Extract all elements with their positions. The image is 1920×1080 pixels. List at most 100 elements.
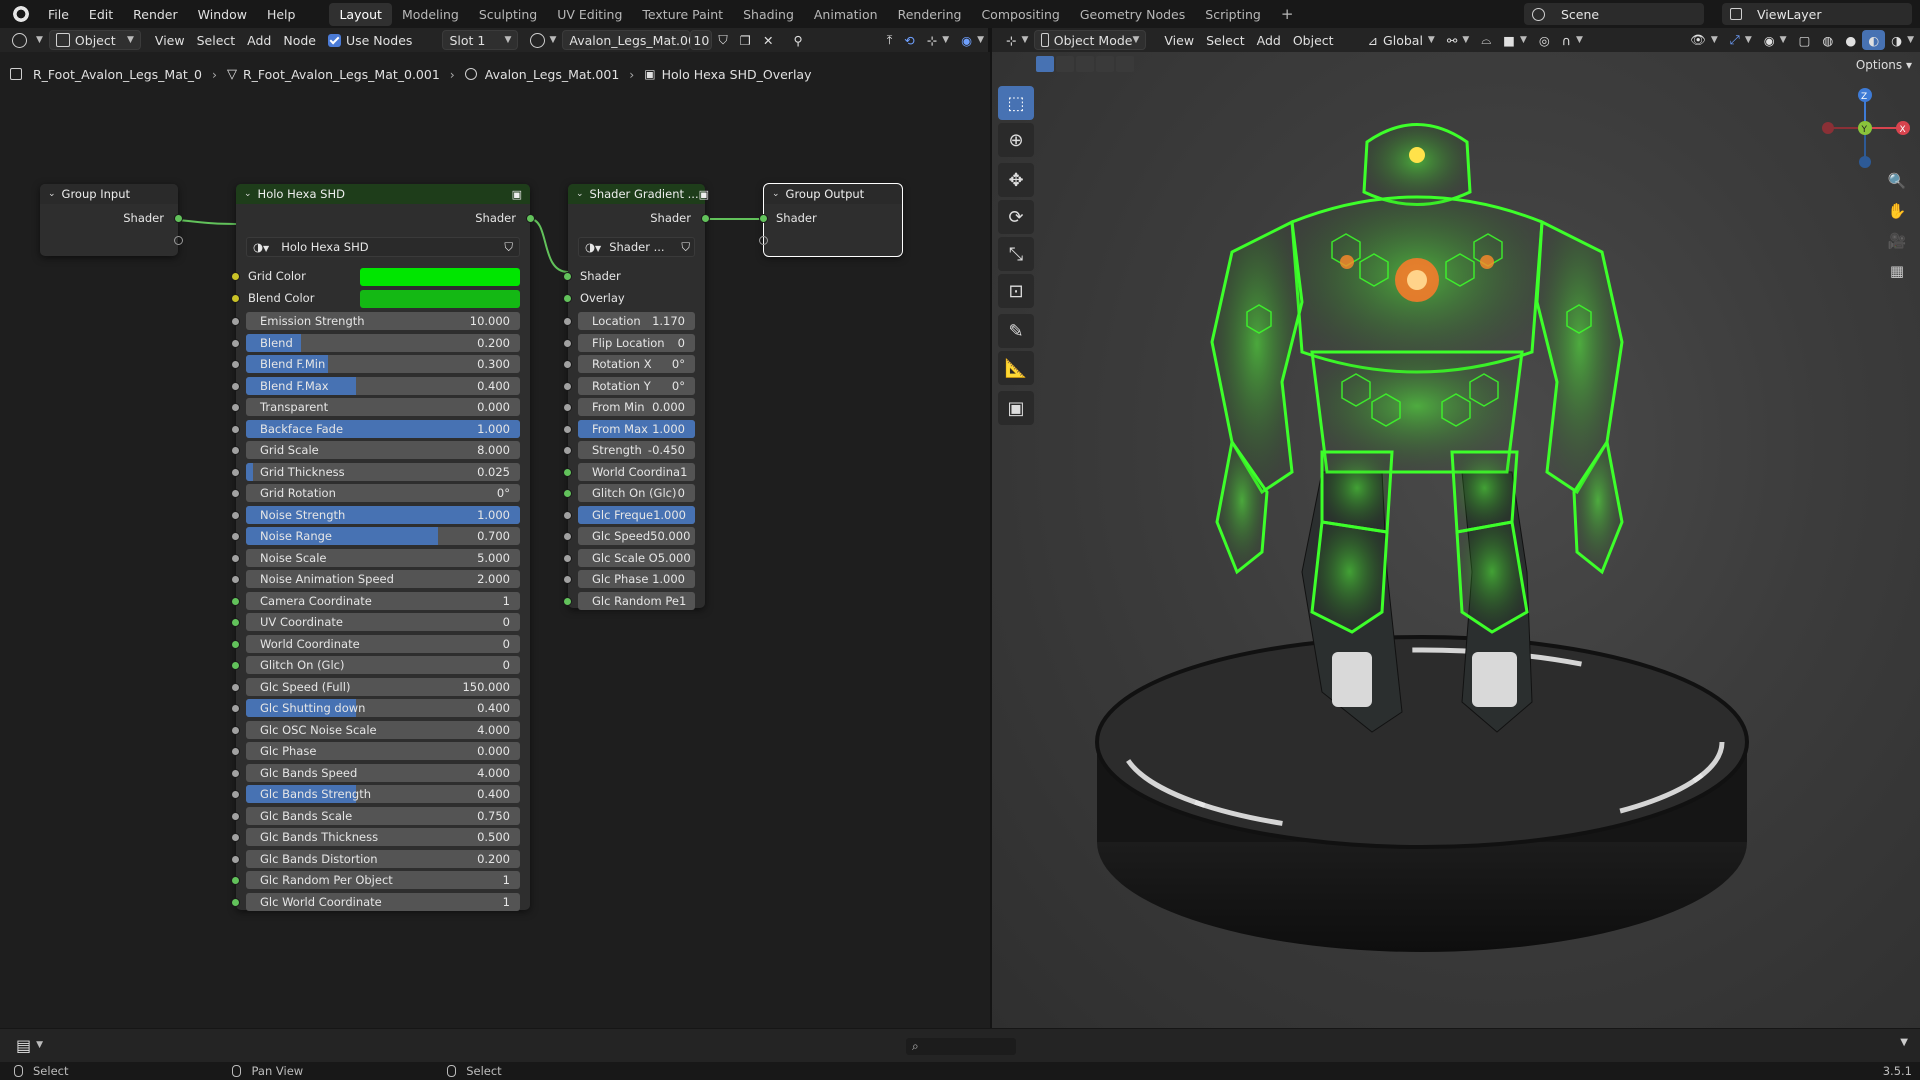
input-socket[interactable] — [231, 532, 240, 541]
fake-user-shield-icon[interactable]: ⛉ — [681, 240, 690, 255]
camera-view-icon[interactable]: 🎥 — [1884, 228, 1910, 254]
input-socket[interactable] — [563, 338, 572, 348]
value-slider-field[interactable]: Blend F.Min 0.300 — [246, 355, 520, 373]
falloff-icon[interactable]: ∩ ▼ — [1556, 30, 1589, 50]
input-socket[interactable] — [563, 553, 572, 563]
material-browse-button[interactable]: ▼ — [524, 30, 562, 50]
node-menu-select[interactable]: Select — [191, 30, 242, 50]
input-socket[interactable] — [231, 618, 240, 627]
value-slider-field[interactable]: Glc Bands Thickness 0.500 — [246, 828, 520, 846]
value-slider-field[interactable]: Emission Strength 10.000 — [246, 312, 520, 330]
value-slider-field[interactable]: Glc Phase 1.000 — [578, 570, 695, 588]
tab-compositing[interactable]: Compositing — [971, 3, 1069, 26]
value-slider-field[interactable]: Glc Random Pe 1 — [578, 591, 695, 610]
value-slider-field[interactable]: Camera Coordinate 1 — [246, 591, 520, 610]
input-socket[interactable] — [563, 489, 572, 498]
overlay-icon[interactable]: ◉ ▼ — [955, 30, 990, 50]
shader-gradient-node[interactable]: ⌄ Shader Gradient ... ▣ Shader ◑▼ Shader… — [563, 184, 710, 610]
value-slider-field[interactable]: Glc Random Per Object 1 — [246, 871, 520, 889]
group-output-node[interactable]: ⌄ Group Output Shader — [759, 183, 903, 257]
value-slider-field[interactable]: Backface Fade 1.000 — [246, 419, 520, 438]
value-slider-field[interactable]: Glc World Coordinate 1 — [246, 892, 520, 911]
input-socket[interactable] — [231, 704, 240, 713]
solid-shading-icon[interactable]: ● — [1839, 30, 1862, 50]
value-slider-field[interactable]: Glc Bands Distortion 0.200 — [246, 849, 520, 868]
navigation-gizmo[interactable]: Z X Y — [1820, 88, 1910, 178]
scene-selector[interactable]: Scene — [1524, 3, 1704, 25]
collapse-icon[interactable]: ⌄ — [772, 189, 780, 199]
holo-tree-selector[interactable]: ◑▼ Holo Hexa SHD ⛉ — [246, 237, 520, 257]
value-slider-field[interactable]: Glc Shutting down 0.400 — [246, 699, 520, 717]
blender-logo-icon[interactable] — [10, 4, 30, 24]
measure-tool-icon[interactable]: 📐 — [998, 351, 1034, 385]
input-socket[interactable] — [231, 446, 240, 455]
material-preview-icon[interactable]: ◐ — [1862, 30, 1886, 50]
viewport-menu-object[interactable]: Object — [1287, 30, 1340, 50]
input-socket[interactable] — [563, 381, 572, 391]
gradient-output-socket[interactable] — [701, 214, 710, 223]
input-socket[interactable] — [231, 811, 240, 821]
material-name-field[interactable]: Avalon_Legs_Mat.001 — [562, 30, 704, 50]
gradient-overlay-input-socket[interactable] — [563, 294, 572, 303]
value-slider-field[interactable]: Noise Scale 5.000 — [246, 548, 520, 567]
input-socket[interactable] — [231, 575, 240, 584]
menu-file[interactable]: File — [38, 7, 79, 22]
tab-rendering[interactable]: Rendering — [888, 3, 972, 26]
input-socket[interactable] — [563, 317, 572, 326]
transform-orientation-dropdown[interactable]: ⊿ Global ▼ — [1362, 30, 1441, 50]
snap-target-icon[interactable]: ■ ▼ — [1497, 30, 1533, 50]
input-socket[interactable] — [231, 876, 240, 885]
value-slider-field[interactable]: Noise Range 0.700 — [246, 527, 520, 545]
duplicate-material-icon[interactable]: ❐ — [734, 30, 757, 50]
group-output-input-socket[interactable] — [759, 214, 768, 223]
input-socket[interactable] — [231, 424, 240, 434]
input-socket[interactable] — [231, 897, 240, 907]
value-slider-field[interactable]: Glc Bands Scale 0.750 — [246, 806, 520, 825]
pan-hand-icon[interactable]: ✋ — [1884, 198, 1910, 224]
annotate-tool-icon[interactable]: ✎ — [998, 314, 1034, 348]
timeline-editor-type-button[interactable]: ▤ ▼ — [10, 1035, 49, 1055]
input-socket[interactable] — [231, 317, 240, 326]
group-input-output-socket[interactable] — [174, 214, 183, 223]
value-slider-field[interactable]: World Coordina 1 — [578, 462, 695, 481]
fake-user-shield-icon[interactable]: ⛉ — [504, 240, 513, 255]
menu-window[interactable]: Window — [188, 7, 257, 22]
wireframe-shading-icon[interactable]: ◍ — [1816, 30, 1839, 50]
snap-settings-icon[interactable]: ⊹ ▼ — [921, 30, 955, 50]
value-slider-field[interactable]: Glc Bands Speed 4.000 — [246, 763, 520, 782]
perspective-grid-icon[interactable]: ▦ — [1884, 258, 1910, 284]
node-menu-add[interactable]: Add — [241, 30, 277, 50]
input-socket[interactable] — [231, 596, 240, 606]
input-socket[interactable] — [563, 403, 572, 412]
input-socket[interactable] — [231, 768, 240, 778]
overlay-icon[interactable]: ◉ ▼ — [1758, 30, 1793, 50]
tab-sculpting[interactable]: Sculpting — [469, 3, 547, 26]
editor-type-button[interactable]: ⊹ ▼ — [1000, 30, 1034, 50]
input-socket[interactable] — [231, 639, 240, 649]
value-slider-field[interactable]: Blend 0.200 — [246, 333, 520, 352]
tab-uv-editing[interactable]: UV Editing — [547, 3, 632, 26]
tab-scripting[interactable]: Scripting — [1195, 3, 1271, 26]
blend-color-swatch[interactable] — [360, 290, 520, 308]
tab-animation[interactable]: Animation — [804, 3, 888, 26]
value-slider-field[interactable]: Glc Scale O 5.000 — [578, 548, 695, 567]
input-socket[interactable] — [231, 854, 240, 864]
value-slider-field[interactable]: Blend F.Max 0.400 — [246, 376, 520, 395]
transform-tool-icon[interactable]: ⊡ — [998, 274, 1034, 308]
node-group-icon[interactable]: ▣ — [512, 188, 522, 201]
input-socket[interactable] — [563, 360, 572, 369]
input-socket[interactable] — [563, 510, 572, 520]
pivot-icon[interactable]: ⚯ ▼ — [1441, 30, 1475, 50]
zoom-icon[interactable]: 🔍 — [1884, 168, 1910, 194]
value-slider-field[interactable]: From Max 1.000 — [578, 419, 695, 438]
material-users-count[interactable]: 10 — [690, 30, 713, 50]
group-input-node[interactable]: ⌄ Group Input Shader — [40, 184, 183, 256]
value-slider-field[interactable]: Flip Location 0 — [578, 333, 695, 352]
gizmo-icon[interactable]: ⤢ ▼ — [1724, 30, 1758, 50]
fake-user-shield-icon[interactable]: ⛉ — [712, 30, 733, 50]
node-menu-view[interactable]: View — [149, 30, 191, 50]
input-socket[interactable] — [231, 360, 240, 369]
value-slider-field[interactable]: Rotation X 0° — [578, 355, 695, 373]
proportional-edit-icon[interactable]: ◎ — [1533, 30, 1556, 50]
value-slider-field[interactable]: Transparent 0.000 — [246, 398, 520, 416]
